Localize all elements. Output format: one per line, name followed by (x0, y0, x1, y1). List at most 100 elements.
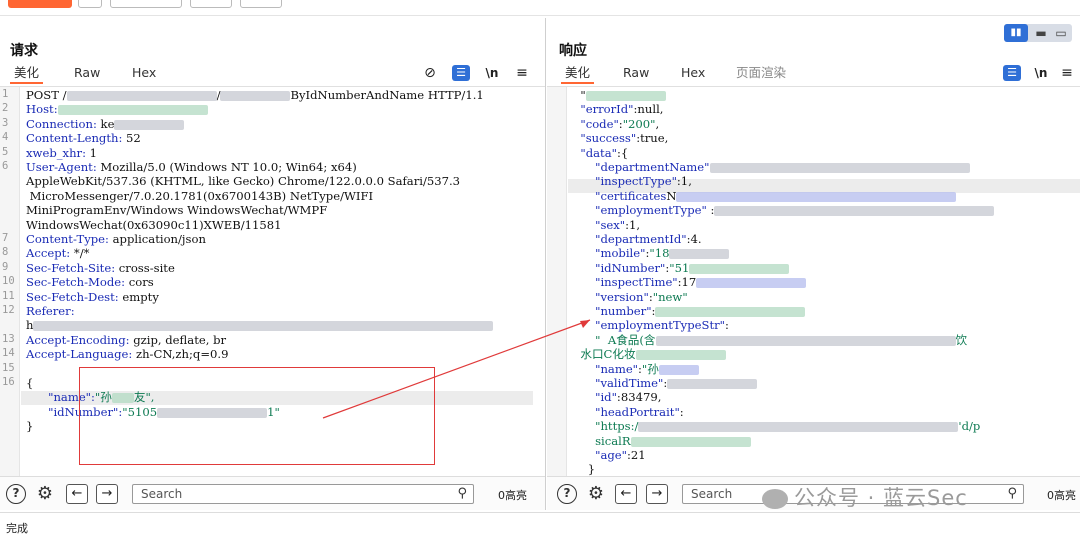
code-key: "validTime" (573, 376, 664, 390)
split-layout-icon[interactable]: ▮▮ (1004, 24, 1028, 42)
code-value: */* (70, 246, 90, 261)
line-number: 15 (2, 361, 15, 374)
code-key: "success" (573, 131, 637, 146)
request-search-input[interactable]: Search ⚲ (132, 484, 474, 504)
code-string: "18 (649, 246, 670, 261)
menu-icon[interactable]: ≡ (512, 64, 532, 82)
search-icon: ⚲ (457, 486, 467, 501)
code-value: } (26, 419, 34, 434)
cancel-button[interactable] (110, 0, 182, 8)
code-line: "version":"new" (573, 290, 1076, 304)
code-key: "departmentName" (573, 160, 710, 174)
code-value: : (706, 203, 715, 218)
redacted-text (676, 191, 957, 202)
code-string: "孙 (641, 361, 659, 376)
help-icon[interactable]: ? (557, 484, 577, 504)
line-number: 1 (2, 88, 9, 100)
code-string: "new" (652, 289, 688, 304)
redacted-text (57, 105, 208, 116)
wrap-lines-icon[interactable]: ☰ (1003, 65, 1021, 81)
code-key: "mobile" (573, 246, 646, 261)
tab-raw[interactable]: Raw (623, 64, 649, 84)
code-string: 'd/p (958, 419, 981, 434)
redacted-text (714, 206, 995, 217)
code-string: "https:/ (573, 419, 639, 434)
prev-match-button[interactable]: ← (615, 484, 637, 504)
next-match-button[interactable]: → (96, 484, 118, 504)
code-key: User-Agent: (26, 160, 97, 174)
code-line: Sec-Fetch-Mode: cors (26, 275, 541, 289)
single-layout-icon[interactable]: ▭ (1052, 24, 1070, 42)
line-number: 10 (2, 275, 15, 288)
wrap-lines-icon[interactable]: ☰ (452, 65, 470, 81)
code-value: :true, (636, 131, 669, 146)
code-line: User-Agent: Mozilla/5.0 (Windows NT 10.0… (26, 160, 541, 174)
gear-icon[interactable]: ⚙ (34, 483, 56, 505)
next-match-button[interactable]: → (646, 484, 668, 504)
code-key: Accept: (26, 246, 71, 261)
code-key: "certificates (573, 188, 667, 203)
code-line: Content-Length: 52 (26, 131, 541, 145)
code-line: "employmentType" : (573, 203, 1076, 217)
code-key: Content-Type: (26, 232, 109, 246)
code-line: "certificatesN (573, 189, 1076, 203)
code-key: "name" (573, 361, 639, 376)
code-string: "200" (622, 116, 656, 131)
code-key: xweb_xhr: (26, 145, 86, 160)
code-key: "employmentTypeStr" (573, 318, 725, 333)
code-value: 52 (122, 131, 141, 146)
layout-toggle[interactable]: ▮▮ ▬ ▭ (1004, 24, 1072, 42)
code-line: "code":"200", (573, 117, 1076, 131)
history-forward-button[interactable] (240, 0, 282, 8)
tab-hex[interactable]: Hex (132, 64, 156, 84)
line-number: 11 (2, 289, 15, 302)
code-string: " A食品(含 (573, 332, 656, 347)
response-pane: ▮▮ ▬ ▭ 响应 美化 Raw Hex 页面渲染 ☰ \n ≡ " "erro… (547, 18, 1080, 510)
line-number: 9 (2, 260, 9, 273)
code-value: zh-CN,zh;q=0.9 (132, 347, 229, 362)
prev-match-button[interactable]: ← (66, 484, 88, 504)
horizontal-layout-icon[interactable]: ▬ (1032, 24, 1050, 42)
tab-hex[interactable]: Hex (681, 64, 705, 84)
code-value: WindowsWechat(0x63090c11)XWEB/11581 (26, 217, 282, 232)
tab-pretty[interactable]: 美化 (561, 64, 595, 84)
hide-icon[interactable]: ⊘ (420, 64, 440, 82)
redacted-text (630, 436, 751, 447)
redacted-text (220, 91, 291, 101)
code-key: "data" (573, 145, 617, 160)
response-title: 响应 (559, 43, 587, 59)
code-key: Referer: (26, 304, 75, 318)
code-value: " (573, 88, 586, 102)
newline-icon[interactable]: \n (1031, 64, 1051, 82)
settings-button[interactable] (78, 0, 102, 8)
code-key: "number" (573, 304, 652, 318)
code-key: Connection: (26, 116, 97, 131)
code-line: " A食品(含 饮 (573, 333, 1076, 347)
help-icon[interactable]: ? (6, 484, 26, 504)
gear-icon[interactable]: ⚙ (585, 483, 607, 505)
history-back-button[interactable] (190, 0, 232, 8)
code-string: sicalR (573, 433, 631, 448)
send-button[interactable] (8, 0, 72, 8)
code-key: "inspectType" (573, 174, 677, 189)
code-key: Content-Length: (26, 131, 123, 146)
code-line: Host: (26, 102, 541, 116)
code-value: MiniProgramEnv/Windows WindowsWechat/WMP… (26, 203, 328, 218)
request-title: 请求 (10, 43, 38, 59)
code-key: Sec-Fetch-Site: (26, 260, 116, 275)
tab-render[interactable]: 页面渲染 (736, 64, 786, 84)
menu-icon[interactable]: ≡ (1059, 64, 1075, 82)
response-tabs: 美化 Raw Hex 页面渲染 (547, 64, 1080, 84)
status-text: 完成 (6, 522, 28, 535)
tab-pretty[interactable]: 美化 (10, 64, 44, 84)
code-line: "success":true, (573, 131, 1076, 145)
tab-raw[interactable]: Raw (74, 64, 100, 84)
newline-icon[interactable]: \n (482, 64, 502, 82)
code-line: "mobile":"18 (573, 246, 1076, 260)
redacted-text (667, 379, 758, 389)
line-number: 3 (2, 116, 9, 129)
line-number: 14 (2, 347, 15, 360)
response-editor[interactable]: " "errorId":null, "code":"200", "success… (547, 86, 1080, 476)
code-line: Sec-Fetch-Site: cross-site (26, 261, 541, 275)
code-value: application/json (108, 232, 206, 246)
